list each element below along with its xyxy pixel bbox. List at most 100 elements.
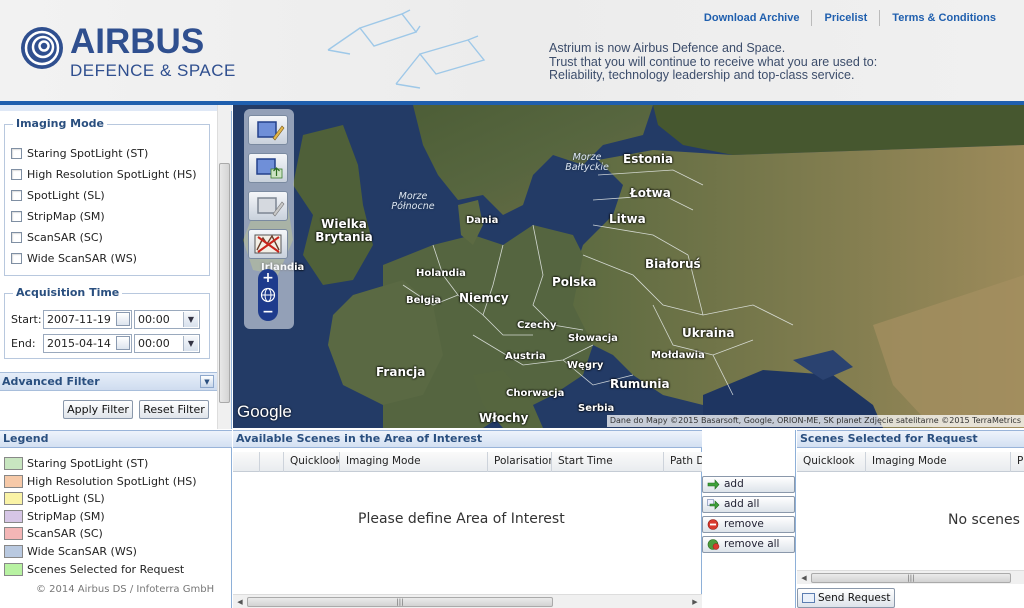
calendar-icon[interactable] (116, 312, 130, 326)
map-tool-panel: + − (244, 109, 294, 329)
checkbox[interactable] (11, 252, 22, 264)
path-direction-column[interactable]: Path Di (663, 452, 702, 472)
legend-swatch (4, 475, 23, 488)
send-request-button[interactable]: Send Request (797, 588, 895, 608)
imaging-mode-option-st[interactable]: Staring SpotLight (ST) (11, 145, 148, 161)
clear-area-tool[interactable] (248, 229, 288, 259)
map-label-czechia: Czechy (517, 320, 557, 331)
select-column[interactable] (233, 452, 259, 472)
legend-label: Wide ScanSAR (WS) (27, 545, 137, 558)
start-label: Start: (11, 313, 42, 326)
available-hscrollbar[interactable]: ◀ ||| ▶ (233, 594, 702, 608)
scroll-left-icon[interactable]: ◀ (235, 597, 245, 607)
scrollbar-thumb[interactable] (219, 163, 230, 403)
imaging-mode-title: Imaging Mode (13, 117, 107, 130)
map-view[interactable]: Estonia Łotwa Litwa Białoruś Polska Niem… (233, 105, 1024, 428)
status-column[interactable] (259, 452, 283, 472)
imaging-mode-option-ws[interactable]: Wide ScanSAR (WS) (11, 250, 137, 266)
edit-area-icon (257, 197, 285, 217)
checkbox[interactable] (11, 147, 22, 159)
map-label-austria: Austria (505, 351, 546, 362)
chevron-down-icon[interactable]: ▼ (183, 336, 198, 351)
map-label-belgium: Belgia (406, 295, 442, 306)
legend-swatch (4, 492, 23, 505)
terms-conditions-link[interactable]: Terms & Conditions (879, 10, 1008, 26)
legend-label: Scenes Selected for Request (27, 563, 185, 576)
remove-all-button[interactable]: remove all (702, 536, 795, 553)
map-attribution[interactable]: Dane do Mapy ©2015 Basarsoft, Google, OR… (606, 415, 1024, 427)
remove-all-label: remove all (724, 538, 780, 550)
draw-rectangle-tool[interactable] (248, 115, 288, 145)
legend-label: High Resolution SpotLight (HS) (27, 475, 197, 488)
upload-area-tool[interactable] (248, 153, 288, 183)
calendar-icon[interactable] (116, 336, 130, 350)
selected-scenes-title: Scenes Selected for Request (797, 430, 1024, 448)
start-time-select[interactable]: 00:00 ▼ (134, 310, 200, 329)
pricelist-link[interactable]: Pricelist (811, 10, 879, 26)
legend-swatch (4, 545, 23, 558)
send-request-label: Send Request (818, 592, 891, 604)
chevron-down-icon[interactable]: ▼ (183, 312, 198, 327)
end-time-select[interactable]: 00:00 ▼ (134, 334, 200, 353)
expand-icon[interactable]: ▼ (200, 375, 214, 388)
map-label-ukraine: Ukraina (682, 326, 735, 340)
add-label: add (724, 478, 744, 490)
tagline-line: Astrium is now Airbus Defence and Space. (549, 41, 786, 55)
tagline-line: Reliability, technology leadership and t… (549, 68, 855, 82)
add-button[interactable]: add (702, 476, 795, 493)
checkbox[interactable] (11, 168, 22, 180)
brand-name: AIRBUS (70, 22, 205, 61)
remove-button[interactable]: remove (702, 516, 795, 533)
remove-all-icon (707, 539, 720, 550)
add-all-button[interactable]: add all (702, 496, 795, 513)
edit-area-tool[interactable] (248, 191, 288, 221)
checkbox[interactable] (11, 231, 22, 243)
imaging-mode-option-sc[interactable]: ScanSAR (SC) (11, 229, 103, 245)
advanced-filter-header[interactable]: Advanced Filter ▼ (0, 372, 217, 391)
filter-scrollbar[interactable] (217, 105, 231, 429)
apply-filter-button[interactable]: Apply Filter (63, 400, 133, 419)
imaging-mode-column[interactable]: Imaging Mode (339, 452, 487, 472)
map-label-great-britain: Wielka Brytania (315, 217, 373, 244)
google-logo[interactable]: Google (237, 402, 292, 422)
imaging-mode-option-hs[interactable]: High Resolution SpotLight (HS) (11, 166, 197, 182)
available-scenes-title: Available Scenes in the Area of Interest (233, 430, 702, 448)
map-label-belarus: Białoruś (645, 257, 701, 271)
map-label-slovakia: Słowacja (568, 333, 618, 344)
selected-hscrollbar[interactable]: ◀ ||| (797, 570, 1024, 584)
reset-filter-button[interactable]: Reset Filter (139, 400, 209, 419)
legend-item: ScanSAR (SC) (4, 526, 103, 541)
airbus-logo[interactable]: AIRBUS DEFENCE & SPACE (20, 22, 270, 84)
start-time-column[interactable]: Start Time (551, 452, 663, 472)
map-label-hungary: Węgry (567, 360, 604, 371)
imaging-mode-column[interactable]: Imaging Mode (865, 452, 1010, 472)
zoom-in-icon[interactable]: + (260, 271, 276, 285)
globe-icon[interactable] (260, 287, 276, 303)
legend-swatch (4, 563, 23, 576)
legend-item: SpotLight (SL) (4, 491, 105, 506)
clear-area-icon (254, 234, 282, 254)
available-scenes-header: Quicklook Imaging Mode Polarisation Star… (233, 452, 702, 472)
scroll-left-icon[interactable]: ◀ (799, 573, 809, 583)
polarisation-column[interactable]: Polarisation (487, 452, 551, 472)
remove-icon (707, 519, 719, 530)
add-all-icon (707, 499, 720, 510)
scrollbar-thumb[interactable]: ||| (811, 573, 1011, 583)
scrollbar-thumb[interactable]: ||| (247, 597, 553, 607)
checkbox[interactable] (11, 189, 22, 201)
legend-item: Wide ScanSAR (WS) (4, 544, 137, 559)
map-label-germany: Niemcy (459, 291, 509, 305)
checkbox[interactable] (11, 210, 22, 222)
imaging-mode-option-sm[interactable]: StripMap (SM) (11, 208, 105, 224)
zoom-out-icon[interactable]: − (260, 305, 276, 319)
polarisation-column[interactable]: P (1010, 452, 1024, 472)
imaging-mode-option-sl[interactable]: SpotLight (SL) (11, 187, 105, 203)
acquisition-time-title: Acquisition Time (13, 286, 123, 299)
map-label-latvia: Łotwa (630, 186, 671, 200)
brand-subtitle: DEFENCE & SPACE (70, 61, 236, 80)
quicklook-column[interactable]: Quicklook (283, 452, 339, 472)
quicklook-column[interactable]: Quicklook (797, 452, 865, 472)
download-archive-link[interactable]: Download Archive (692, 10, 812, 26)
legend-swatch (4, 510, 23, 523)
scroll-right-icon[interactable]: ▶ (690, 597, 700, 607)
